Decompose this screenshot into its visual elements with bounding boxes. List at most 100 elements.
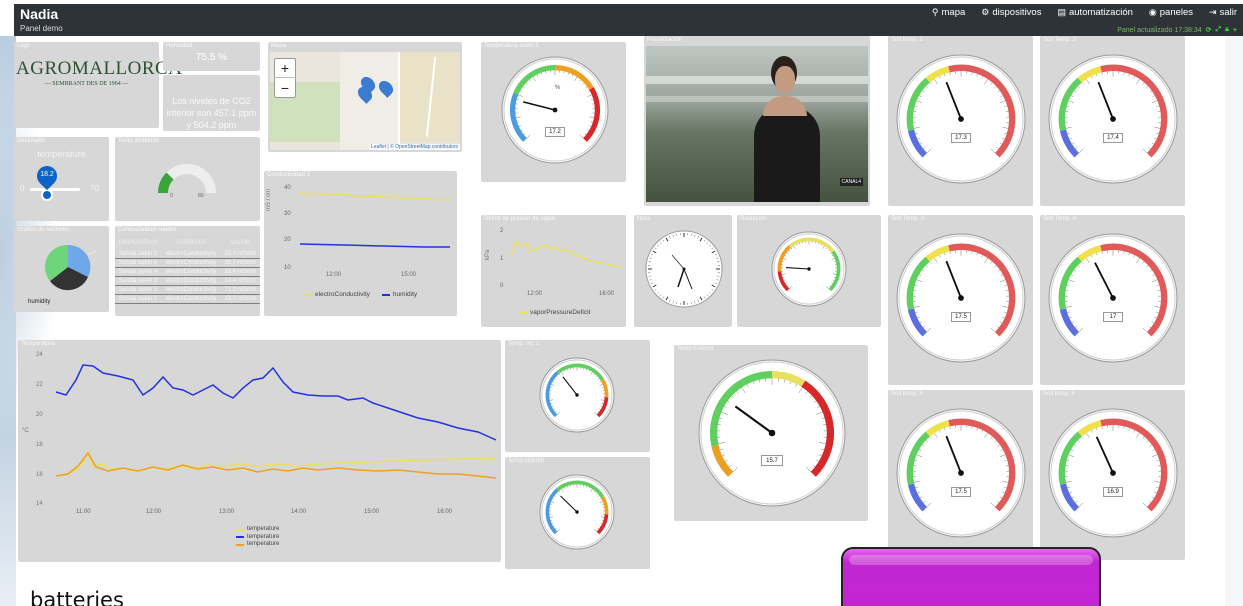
nav-label: paneles [1159, 7, 1194, 18]
panel-title: Logo [17, 43, 31, 49]
gauge-value: 17.3 [951, 133, 971, 143]
panel-cond-cuadro: Conductividad cuadro DISPOSITIVO ATRIBUT… [115, 226, 260, 316]
legend-item[interactable]: humidity [381, 291, 417, 298]
panel-co2: Los niveles de CO2 interior son 457.1 pp… [163, 75, 260, 131]
nav-label: mapa [941, 7, 966, 18]
table-row: Sonda suelo 2 electroConductivity 35.3 mS/… [115, 250, 260, 259]
gauge-min: 0 [170, 193, 173, 199]
zoom-in-button[interactable]: + [274, 58, 296, 78]
panel-soil-6: Soil temp. 6 16.9 [1040, 390, 1185, 560]
slider-track[interactable] [30, 188, 80, 191]
brand-logo: AGROMALLORCA [16, 58, 183, 79]
panel-deficit: Déficit de presión de vapor 2 1 0 kPa 12… [481, 215, 626, 327]
legend-item[interactable]: temperature [236, 541, 279, 549]
y-tick: 14 [36, 501, 43, 507]
cond-table: DISPOSITIVO ATRIBUTO VALOR Sonda suelo 2… [115, 238, 260, 304]
gauge-value: 17.5 [951, 312, 971, 322]
y-tick: 30 [284, 211, 291, 217]
lock-icon[interactable]: 🔒︎ [1225, 26, 1229, 34]
nav-automatizacion[interactable]: ▤ automatización [1057, 7, 1132, 18]
panel-title: Soil temp. 1 [891, 37, 923, 43]
slider-thumb[interactable] [41, 189, 53, 201]
panel-temp-exterior-small: Temp exterior [505, 457, 650, 569]
gauge-radiation [771, 231, 847, 307]
nav-label: salir [1219, 7, 1237, 18]
app-title: Nadia [20, 6, 59, 22]
x-tick: 13:00 [219, 509, 235, 515]
gauge-max: 80 [198, 193, 204, 199]
table-cell: Sonda suelo 5 [115, 285, 162, 295]
legend-item[interactable]: vaporPressureDeficit [519, 309, 590, 316]
legend-item[interactable]: electroConductivity [304, 291, 370, 298]
gauge-soil-temp-2 [1048, 54, 1178, 184]
table-row: Sonda suelo 1 electroConductivity 19.3 mS/… [115, 294, 260, 304]
nav-salir[interactable]: ⇥ salir [1209, 7, 1237, 18]
zoom-out-button[interactable]: − [274, 78, 296, 98]
panel-title: Hora [637, 216, 651, 222]
x-tick: 11:00 [76, 509, 91, 515]
x-tick: 12:00 [527, 291, 543, 297]
refresh-icon[interactable]: ⟳ [1206, 26, 1212, 34]
map-canvas[interactable]: + − Leaflet | © OpenStreetMap contributo… [270, 52, 460, 150]
panel-soil-2: Soil Temp. 2 17.4 [1040, 36, 1185, 206]
x-tick: 16:00 [437, 509, 453, 515]
legend-item[interactable]: temperature [236, 526, 279, 534]
table-cell: 19.3 mS/cm [220, 294, 260, 304]
video-player[interactable]: CANAL4 [646, 46, 868, 202]
panel-soil-1: Soil temp. 1 17.3 [888, 36, 1033, 206]
gauge-value: 15.7 [761, 455, 783, 466]
panel-title: Radiación [740, 216, 767, 222]
y-tick: 40 [284, 185, 291, 191]
brand-tagline: — SEMBRANT DES DE 1964 — [44, 81, 129, 87]
nav-label: automatización [1068, 7, 1133, 18]
gauge-value: 16.9 [1103, 487, 1123, 497]
table-cell: electroConductivity [161, 276, 221, 286]
pie-chart [44, 244, 97, 291]
co2-text: Los niveles de CO2 interior son 457.1 pp… [166, 96, 257, 130]
table-row: Sonda suelo 6 electroConductivity 28.7 mS/… [115, 258, 260, 268]
panel-title: Soil Temp. 2 [1043, 37, 1076, 43]
legend-item[interactable]: temperature [236, 534, 279, 542]
gauge-value: 17 [1103, 312, 1123, 322]
gauge-temp-exterior [698, 359, 846, 507]
panel-title: Deslizador [17, 138, 46, 144]
panel-title: Temperatura suelo 1 [484, 43, 539, 49]
x-tick: 15:00 [364, 509, 380, 515]
table-cell: 33.6 mS/cm [220, 267, 260, 277]
map-attribution[interactable]: Leaflet | © OpenStreetMap contributors [369, 144, 460, 150]
x-tick: 14:00 [291, 509, 307, 515]
panel-temperatura: Temperatura °C 24 22 20 18 16 14 11:00 1… [18, 340, 501, 562]
panel-title: Soil temp. 5 [891, 391, 923, 397]
slider-label: temperature [37, 149, 86, 159]
y-tick: 20 [36, 412, 43, 418]
panel-radiacion: Radiación [737, 215, 881, 327]
panel-soil-5: Soil temp. 5 17.5 [888, 390, 1033, 560]
panel-mapa: Mapa + − Leaflet | © OpenStreetMap contr… [268, 42, 462, 152]
gauge-value: 17.4 [1103, 133, 1123, 143]
table-cell: electroConductivity [161, 294, 221, 304]
magenta-button[interactable] [841, 547, 1101, 606]
gauge-soil-temp-3 [896, 233, 1026, 363]
expand-icon[interactable]: ⤢ [1216, 26, 1222, 34]
y-tick: 0 [500, 283, 504, 289]
axis-label: kPa [485, 249, 491, 260]
gauge-value: 17.5 [951, 487, 971, 497]
table-cell: electroConductivity [161, 267, 221, 277]
panel-soil-4: Soil Temp. 4 17 [1040, 215, 1185, 385]
automation-icon: ▤ [1057, 7, 1066, 17]
gauge-value: 17.2 [545, 127, 565, 137]
panel-title: Conductividad cuadro [118, 227, 177, 233]
y-tick: 24 [36, 352, 43, 358]
background-right [1225, 36, 1243, 606]
nav-mapa[interactable]: ⚲ mapa [932, 7, 965, 18]
pie-label: humidity [28, 299, 51, 305]
clock-icon [645, 230, 723, 308]
panel-presentacion: Presentación CANAL4 [644, 36, 870, 206]
add-icon[interactable]: + [1233, 27, 1237, 34]
axis-label: mS / cm [266, 189, 272, 211]
nav-paneles[interactable]: ◉ paneles [1149, 7, 1193, 18]
update-status: Panel actualizado 17:38:34 ⟳ ⤢ 🔒︎ + [1117, 26, 1237, 34]
panel-title: Temp ambiente [118, 138, 160, 144]
x-tick: 12:00 [146, 509, 162, 515]
nav-dispositivos[interactable]: ⚙ dispositivos [981, 7, 1041, 18]
